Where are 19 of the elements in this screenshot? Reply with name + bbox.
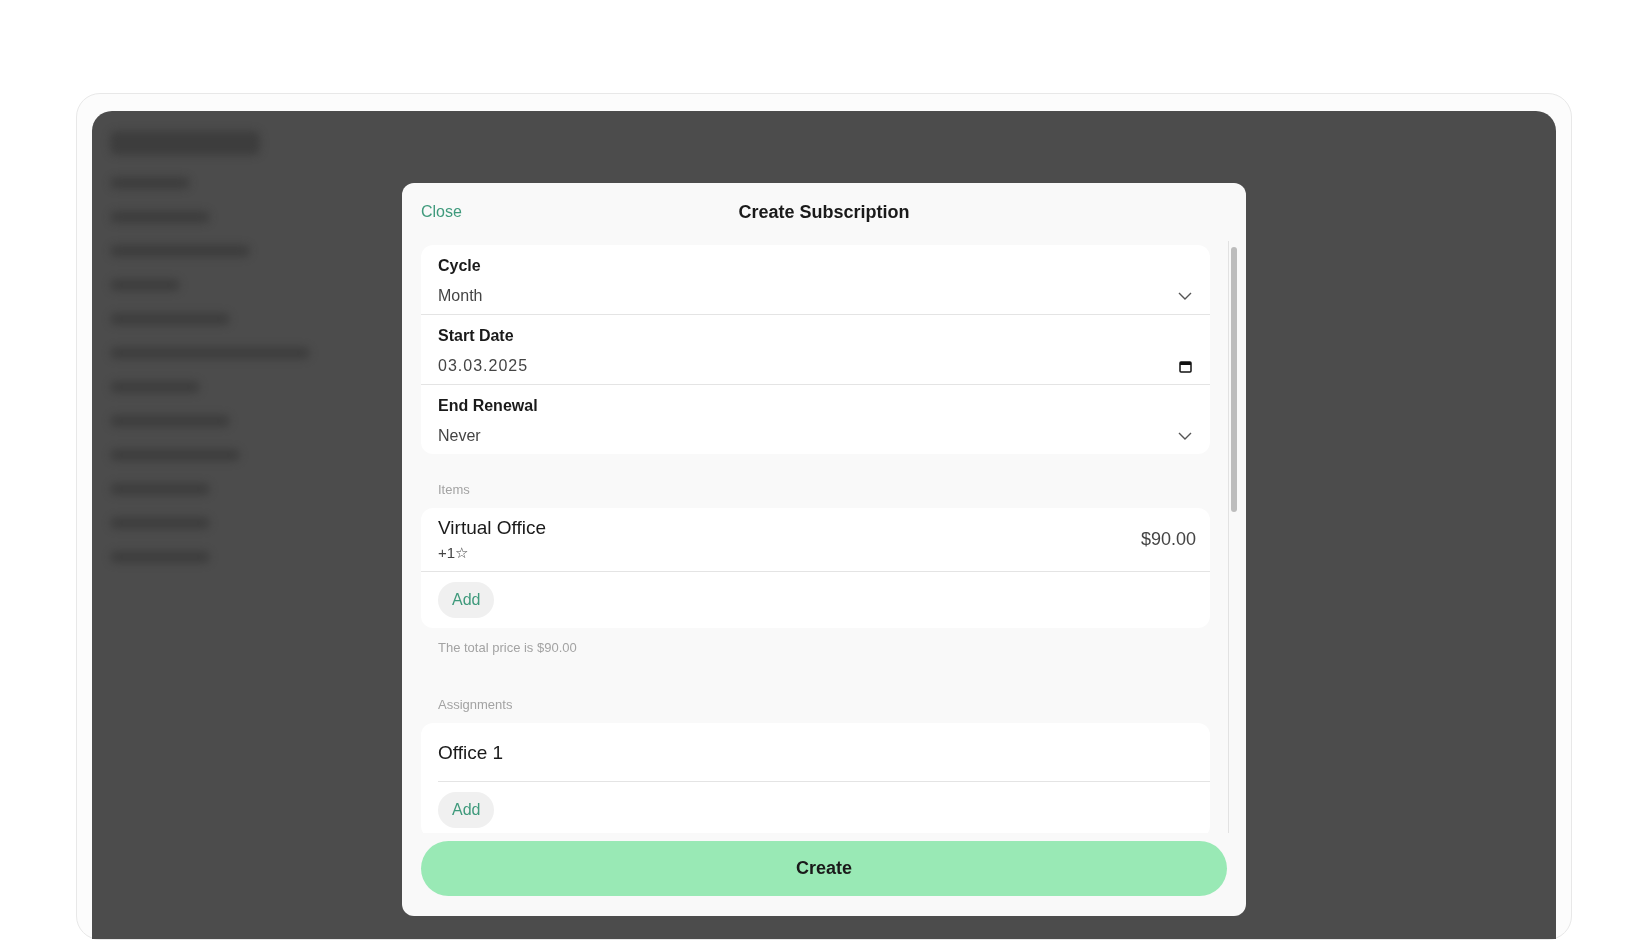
- scrollbar[interactable]: [1228, 241, 1238, 833]
- select-field[interactable]: Month: [438, 284, 1192, 308]
- calendar-icon: [1179, 359, 1192, 373]
- field-label: Start Date: [438, 326, 515, 346]
- item-detail: +1☆: [438, 543, 470, 563]
- item-price: $90.00: [1140, 527, 1196, 551]
- field-label: End Renewal: [438, 396, 539, 416]
- assignment-name: Office 1: [438, 741, 504, 763]
- section-label: Assignments: [438, 696, 514, 714]
- item-name: Virtual Office: [438, 515, 547, 540]
- section-label: Items: [438, 481, 471, 499]
- select-field[interactable]: Never: [438, 424, 1192, 448]
- create-button[interactable]: Create: [421, 841, 1227, 896]
- chevron-down-icon: [1178, 292, 1192, 300]
- total-price-text: The total price is $90.00: [438, 638, 578, 657]
- field-label: Cycle: [438, 256, 482, 276]
- chevron-down-icon: [1178, 432, 1192, 440]
- date-field[interactable]: 03.03.2025: [438, 354, 1192, 378]
- dialog-title: Create Subscription: [738, 200, 910, 224]
